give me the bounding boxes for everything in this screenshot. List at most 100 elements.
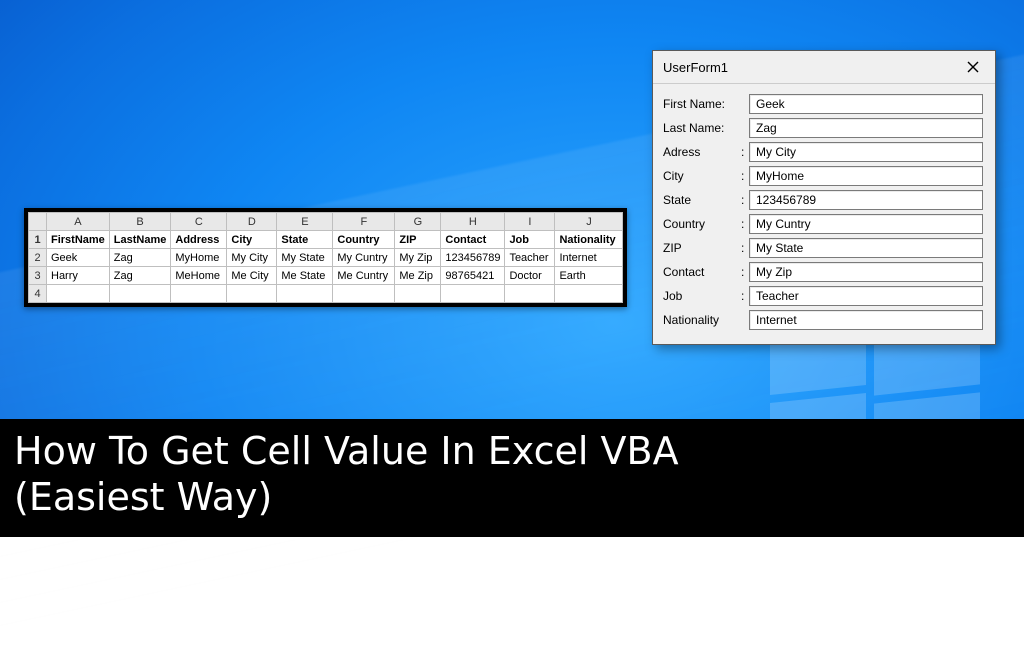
- cell[interactable]: My State: [277, 249, 333, 267]
- cell[interactable]: Zag: [109, 249, 171, 267]
- cell[interactable]: Address: [171, 231, 227, 249]
- cell[interactable]: City: [227, 231, 277, 249]
- cell[interactable]: My Zip: [395, 249, 441, 267]
- cell[interactable]: ZIP: [395, 231, 441, 249]
- field-label: Country: [663, 217, 741, 231]
- cell[interactable]: Job: [505, 231, 555, 249]
- form-row: Job:: [663, 286, 983, 306]
- field-label: ZIP: [663, 241, 741, 255]
- column-header[interactable]: C: [171, 213, 227, 231]
- cell[interactable]: [555, 285, 623, 303]
- cell[interactable]: [441, 285, 505, 303]
- cell[interactable]: [277, 285, 333, 303]
- spreadsheet-grid[interactable]: ABCDEFGHIJ 1FirstNameLastNameAddressCityS…: [28, 212, 623, 303]
- form-row: Adress:: [663, 142, 983, 162]
- form-row: City:: [663, 166, 983, 186]
- cell[interactable]: [227, 285, 277, 303]
- field-colon: :: [741, 193, 749, 207]
- cell[interactable]: Country: [333, 231, 395, 249]
- cell[interactable]: [333, 285, 395, 303]
- column-header[interactable]: H: [441, 213, 505, 231]
- column-header[interactable]: F: [333, 213, 395, 231]
- cell[interactable]: 98765421: [441, 267, 505, 285]
- field-label: Job: [663, 289, 741, 303]
- field-colon: :: [741, 265, 749, 279]
- cell[interactable]: Earth: [555, 267, 623, 285]
- cell[interactable]: [395, 285, 441, 303]
- userform-titlebar[interactable]: UserForm1: [653, 51, 995, 84]
- cell[interactable]: State: [277, 231, 333, 249]
- text-input[interactable]: [749, 118, 983, 138]
- cell[interactable]: Nationality: [555, 231, 623, 249]
- caption-line-1: How To Get Cell Value In Excel VBA: [14, 429, 1010, 475]
- form-row: State:: [663, 190, 983, 210]
- cell[interactable]: [109, 285, 171, 303]
- cell[interactable]: Zag: [109, 267, 171, 285]
- caption-line-2: (Easiest Way): [14, 475, 1010, 521]
- field-label: City: [663, 169, 741, 183]
- field-colon: :: [741, 289, 749, 303]
- text-input[interactable]: [749, 142, 983, 162]
- field-colon: :: [741, 169, 749, 183]
- cell[interactable]: MeHome: [171, 267, 227, 285]
- cell[interactable]: Doctor: [505, 267, 555, 285]
- field-label: First Name:: [663, 97, 741, 111]
- cell[interactable]: Me State: [277, 267, 333, 285]
- cell[interactable]: Teacher: [505, 249, 555, 267]
- form-row: Last Name:: [663, 118, 983, 138]
- cell[interactable]: Geek: [47, 249, 110, 267]
- text-input[interactable]: [749, 310, 983, 330]
- userform-title: UserForm1: [663, 60, 728, 75]
- userform-window: UserForm1 First Name:Last Name:Adress:Ci…: [652, 50, 996, 345]
- field-colon: :: [741, 145, 749, 159]
- field-label: State: [663, 193, 741, 207]
- form-row: First Name:: [663, 94, 983, 114]
- column-header[interactable]: G: [395, 213, 441, 231]
- text-input[interactable]: [749, 190, 983, 210]
- column-header[interactable]: I: [505, 213, 555, 231]
- cell[interactable]: Me City: [227, 267, 277, 285]
- cell[interactable]: My Cuntry: [333, 249, 395, 267]
- field-label: Contact: [663, 265, 741, 279]
- select-all-corner[interactable]: [29, 213, 47, 231]
- field-colon: :: [741, 217, 749, 231]
- text-input[interactable]: [749, 262, 983, 282]
- row-header[interactable]: 3: [29, 267, 47, 285]
- cell[interactable]: MyHome: [171, 249, 227, 267]
- cell[interactable]: Me Zip: [395, 267, 441, 285]
- text-input[interactable]: [749, 166, 983, 186]
- row-header[interactable]: 2: [29, 249, 47, 267]
- column-header[interactable]: E: [277, 213, 333, 231]
- close-icon[interactable]: [959, 57, 987, 77]
- form-row: Country:: [663, 214, 983, 234]
- form-row: Contact:: [663, 262, 983, 282]
- cell[interactable]: Contact: [441, 231, 505, 249]
- cell[interactable]: 123456789: [441, 249, 505, 267]
- cell[interactable]: [47, 285, 110, 303]
- form-row: Nationality: [663, 310, 983, 330]
- cell[interactable]: Harry: [47, 267, 110, 285]
- cell[interactable]: Internet: [555, 249, 623, 267]
- column-header[interactable]: A: [47, 213, 110, 231]
- cell[interactable]: FirstName: [47, 231, 110, 249]
- cell[interactable]: My City: [227, 249, 277, 267]
- userform-body: First Name:Last Name:Adress:City:State:C…: [653, 84, 995, 344]
- cell[interactable]: [171, 285, 227, 303]
- text-input[interactable]: [749, 238, 983, 258]
- text-input[interactable]: [749, 214, 983, 234]
- column-header[interactable]: J: [555, 213, 623, 231]
- field-label: Last Name:: [663, 121, 741, 135]
- spreadsheet-window: ABCDEFGHIJ 1FirstNameLastNameAddressCityS…: [24, 208, 627, 307]
- cell[interactable]: Me Cuntry: [333, 267, 395, 285]
- cell[interactable]: LastName: [109, 231, 171, 249]
- column-header[interactable]: D: [227, 213, 277, 231]
- field-label: Adress: [663, 145, 741, 159]
- caption-banner: How To Get Cell Value In Excel VBA (Easi…: [0, 419, 1024, 537]
- row-header[interactable]: 1: [29, 231, 47, 249]
- text-input[interactable]: [749, 94, 983, 114]
- field-colon: :: [741, 241, 749, 255]
- text-input[interactable]: [749, 286, 983, 306]
- row-header[interactable]: 4: [29, 285, 47, 303]
- cell[interactable]: [505, 285, 555, 303]
- column-header[interactable]: B: [109, 213, 171, 231]
